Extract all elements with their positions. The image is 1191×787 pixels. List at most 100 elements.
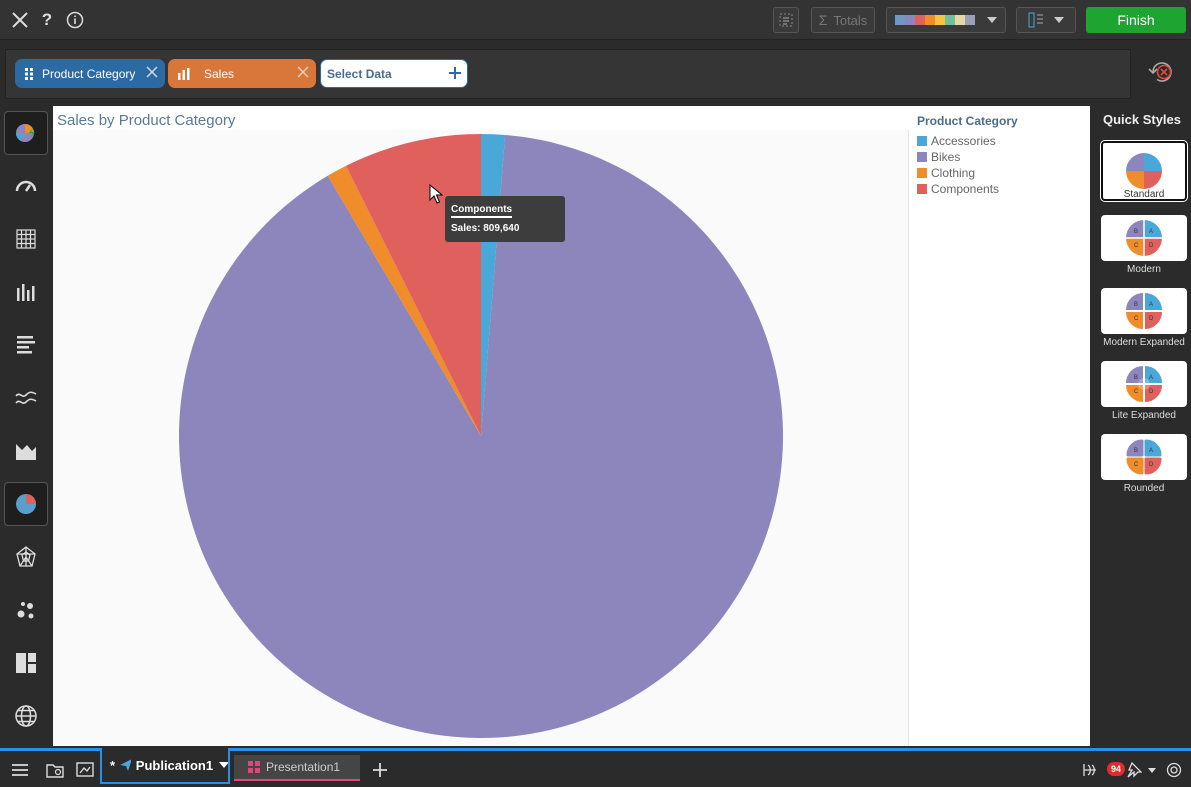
scatter-chart-icon[interactable] — [4, 588, 48, 632]
data-bar: Product Category Sales Select Data — [0, 41, 1191, 104]
quick-style-lite-expanded[interactable]: A B C D Lite Expanded — [1101, 361, 1187, 421]
quick-style-label: Standard — [1123, 189, 1165, 200]
svg-text:A: A — [1149, 302, 1153, 308]
help-icon[interactable]: ? — [37, 10, 57, 30]
pin-icon[interactable] — [1124, 760, 1144, 780]
legend-label: Components — [931, 182, 1000, 196]
finish-button[interactable]: Finish — [1086, 7, 1186, 33]
mouse-cursor-icon — [429, 184, 443, 204]
chevron-down-icon[interactable] — [219, 762, 228, 768]
quick-style-label: Rounded — [1123, 483, 1165, 494]
legend-swatch — [917, 168, 927, 178]
select-data-field[interactable]: Select Data — [320, 59, 468, 88]
layout-dropdown[interactable] — [1016, 7, 1076, 33]
chart-tooltip: Components Sales: 809,640 — [445, 196, 565, 242]
clear-query-icon[interactable] — [1145, 58, 1177, 86]
add-icon[interactable] — [449, 67, 461, 79]
legend-item[interactable]: Clothing — [917, 165, 1018, 181]
pill-sales[interactable]: Sales — [168, 59, 316, 88]
chevron-down-icon — [1054, 17, 1064, 23]
svg-text:C: C — [1134, 389, 1139, 395]
svg-text:B: B — [1134, 229, 1138, 235]
line-chart-icon[interactable] — [4, 376, 48, 420]
grip-icon — [25, 67, 33, 80]
svg-text:D: D — [1149, 243, 1154, 249]
legend-swatch — [917, 136, 927, 146]
quick-style-label: Lite Expanded — [1112, 410, 1176, 421]
svg-text:D: D — [1149, 389, 1154, 395]
tooltip-value: Sales: 809,640 — [451, 223, 520, 234]
folder-icon[interactable] — [45, 760, 65, 780]
quick-style-modern[interactable]: A B C D Modern — [1101, 215, 1187, 275]
svg-text:A: A — [1149, 375, 1153, 381]
pill-product-category[interactable]: Product Category — [15, 59, 165, 88]
legend-item[interactable]: Bikes — [917, 149, 1018, 165]
svg-text:B: B — [1134, 302, 1138, 308]
remove-icon[interactable] — [296, 65, 310, 79]
table-icon[interactable] — [4, 217, 48, 261]
totals-button[interactable]: Σ Totals — [811, 7, 875, 33]
bar-chart-icon — [178, 67, 190, 80]
svg-text:C: C — [1134, 462, 1139, 468]
sync-icon[interactable] — [1080, 760, 1100, 780]
send-icon — [120, 759, 131, 771]
smart-analysis-icon[interactable] — [773, 7, 799, 33]
svg-text:D: D — [1149, 316, 1154, 322]
chevron-down-icon[interactable] — [1145, 760, 1159, 780]
tab-label: Publication1 — [135, 757, 214, 773]
pie-thumbnail-icon: A B C D — [1101, 361, 1187, 407]
quick-styles-title: Quick Styles — [1102, 112, 1182, 127]
pie-chart-icon[interactable] — [4, 482, 48, 526]
pie-thumbnail-icon: A B C D — [1101, 434, 1187, 480]
svg-text:C: C — [1134, 243, 1139, 249]
column-chart-icon[interactable] — [4, 270, 48, 314]
svg-text:C: C — [1134, 316, 1139, 322]
svg-text:D: D — [1149, 462, 1154, 468]
chart-legend: Product Category Accessories Bikes Cloth… — [917, 114, 1018, 197]
notification-badge: 94 — [1107, 762, 1125, 776]
info-icon[interactable] — [65, 10, 85, 30]
palette-swatches-icon — [895, 15, 975, 25]
legend-label: Bikes — [931, 150, 961, 164]
radar-chart-icon[interactable] — [4, 535, 48, 579]
menu-icon[interactable] — [10, 760, 30, 780]
legend-label: Accessories — [931, 134, 996, 148]
bar-chart-icon[interactable] — [4, 323, 48, 367]
presentation-view-icon[interactable] — [75, 760, 95, 780]
pie-thumbnail-icon: A B C D — [1101, 215, 1187, 261]
settings-spiral-icon[interactable] — [1164, 760, 1184, 780]
map-icon[interactable] — [4, 694, 48, 738]
pill-label: Sales — [204, 66, 235, 81]
legend-item[interactable]: Accessories — [917, 133, 1018, 149]
smart-chart-icon[interactable] — [4, 111, 48, 155]
quick-styles-panel: Quick Styles Standard A B C D Modern A B C D M… — [1093, 105, 1191, 748]
area-chart-icon[interactable] — [4, 429, 48, 473]
add-tab-icon[interactable] — [370, 760, 390, 780]
svg-text:B: B — [1134, 375, 1138, 381]
pie-thumbnail-icon: A B C D — [1101, 288, 1187, 334]
close-icon[interactable] — [10, 10, 30, 30]
select-data-label: Select Data — [327, 66, 392, 81]
color-palette-dropdown[interactable] — [886, 7, 1006, 33]
svg-text:A: A — [1149, 229, 1153, 235]
quick-style-label: Modern Expanded — [1103, 337, 1185, 348]
chart-canvas: Sales by Product Category Product Catego… — [53, 106, 1090, 746]
pill-label: Product Category — [42, 66, 136, 81]
quick-style-modern-expanded[interactable]: A B C D Modern Expanded — [1101, 288, 1187, 348]
sigma-icon: Σ — [818, 12, 828, 28]
tooltip-title: Components — [451, 204, 513, 218]
legend-swatch — [917, 184, 927, 194]
gauge-icon[interactable] — [4, 164, 48, 208]
legend-item[interactable]: Components — [917, 181, 1018, 197]
quick-style-rounded[interactable]: A B C D Rounded — [1101, 434, 1187, 494]
chart-type-sidebar — [0, 105, 52, 748]
remove-icon[interactable] — [145, 65, 159, 79]
legend-swatch — [917, 152, 927, 162]
tab-publication[interactable]: * Publication1 — [100, 748, 230, 784]
legend-title: Product Category — [917, 114, 1018, 128]
totals-label: Totals — [833, 12, 868, 28]
tab-presentation[interactable]: Presentation1 — [234, 755, 360, 781]
presentation-grid-icon — [248, 761, 260, 773]
treemap-icon[interactable] — [4, 641, 48, 685]
quick-style-standard[interactable]: Standard — [1101, 141, 1187, 201]
